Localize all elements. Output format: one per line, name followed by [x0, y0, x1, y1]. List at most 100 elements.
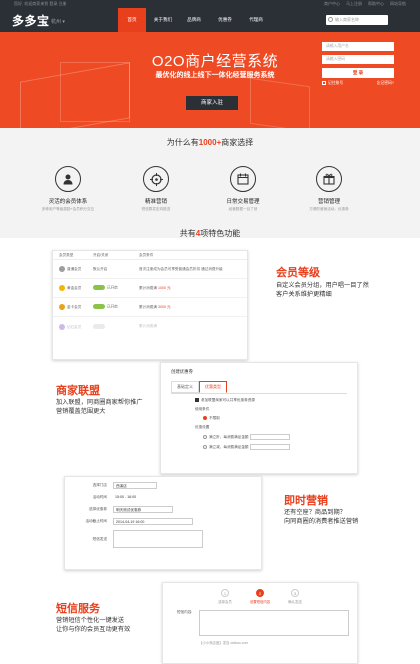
tab-coupon-type[interactable]: 优惠类型: [199, 381, 227, 393]
member-amount: 3000: [157, 304, 166, 309]
deadline-input[interactable]: 2014-04-19 16:00: [113, 518, 193, 525]
member-level-card: 会员类型 开启/关闭 会员条件 普通会员 默认开启 首次注册成为会员可享受普通会…: [52, 250, 248, 360]
feature-title: 精准营销: [144, 199, 167, 205]
feature-precise-marketing: 精准营销 短信群发定向推送: [128, 166, 184, 212]
special-title-pre: 共有: [179, 229, 196, 238]
form-row: 选择优惠券 明天测试优惠券: [65, 506, 261, 513]
top-link-register[interactable]: 马上注册: [346, 0, 362, 8]
member-heading: 会员等级: [276, 267, 320, 279]
nav-brands[interactable]: 品牌商: [180, 8, 208, 32]
city-selector[interactable]: 杭州 ▾: [51, 18, 65, 25]
member-status-label: 已开启: [107, 304, 118, 309]
member-badge-icon: [59, 266, 65, 272]
coupon-card: 创建优惠券 基础定义 优惠类型 参加联盟商家可以共享优惠券资源 使用条件 不限制…: [160, 362, 358, 474]
table-row: 黄金会员 已开启 累计消费满 1000 元: [53, 279, 247, 298]
password-field[interactable]: 请输入密码: [322, 55, 394, 64]
step-dot: 1: [221, 589, 230, 597]
feature-title: 日常交易管理: [226, 199, 260, 205]
forgot-password-link[interactable]: 忘记密码?: [377, 81, 394, 86]
time-range[interactable]: 15:00 - 16:00: [113, 494, 193, 501]
sms-content-box[interactable]: [199, 610, 349, 636]
member-condition: 累计消费满 1000 元: [139, 286, 171, 291]
main-nav: 多多宝 杭州 ▾ 首页 关于我们 品牌商 优惠券 代理商 输入商家名称: [0, 8, 420, 32]
toggle-switch[interactable]: [93, 285, 105, 291]
why-title-number: 1000+: [198, 138, 222, 147]
sms-textarea[interactable]: [113, 530, 203, 548]
alliance-desc-line: 加入联盟，同商圈商家帮你推广: [56, 399, 143, 406]
nav-coupons[interactable]: 优惠券: [211, 8, 239, 32]
feature-daily-trade: 日常交易管理 经营数据一目了然: [215, 166, 271, 212]
member-amount: 1000: [157, 285, 166, 290]
table-row: 金卡会员 已开启 累计消费满 3000 元: [53, 298, 247, 317]
top-link-merchant-center[interactable]: 商户中心: [324, 0, 340, 8]
hero-title: O2O商户经营系统: [151, 53, 279, 70]
feature-title: 营销管理: [317, 199, 340, 205]
top-links: 商户中心 马上注册 帮助中心 网站导航: [324, 0, 406, 8]
coupon-line: 参加联盟商家可以共享优惠券资源: [201, 398, 255, 402]
toggle-switch[interactable]: [93, 304, 105, 310]
radio-icon[interactable]: [203, 416, 207, 421]
instant-marketing-form: 选择门店 西溪店 活动时间 15:00 - 16:00 选择优惠券 明天测试优惠券 活…: [64, 476, 262, 570]
join-button[interactable]: 商家入驻: [186, 96, 238, 110]
instant-desc-line: 向同商圈的消费者推送营销: [284, 518, 359, 525]
username-field[interactable]: 请输入用户名: [322, 42, 394, 51]
feature-desc: 经营数据一目了然: [228, 207, 258, 211]
radio-icon[interactable]: [203, 435, 207, 439]
form-row: 活动截止时间 2014-04-19 16:00: [65, 518, 261, 525]
member-unit: 元: [166, 304, 171, 309]
form-row: 短信发送: [65, 530, 261, 548]
top-link-help[interactable]: 帮助中心: [368, 0, 384, 8]
sms-content-row: 短信内容:: [177, 610, 357, 636]
hero-subtitle: 最优化的线上线下一体化经营服务系统: [155, 72, 275, 79]
member-type-label: 金卡会员: [67, 304, 82, 309]
remember-checkbox[interactable]: 记住账号: [322, 81, 343, 86]
search-input[interactable]: 输入商家名称: [326, 15, 388, 25]
tab-basic[interactable]: 基础定义: [171, 381, 199, 393]
login-button[interactable]: 登 录: [322, 68, 394, 78]
member-type: 普通会员: [59, 266, 93, 272]
target-icon: [143, 166, 169, 192]
member-status: 已开启: [93, 285, 139, 291]
amount-input[interactable]: [249, 444, 290, 450]
radio-icon[interactable]: [203, 445, 207, 449]
amount-input[interactable]: [249, 434, 290, 440]
step-dot: 3: [290, 589, 299, 597]
nav-agents[interactable]: 代理商: [242, 8, 270, 32]
reduce-option: 满立减，每消费满足金额: [203, 444, 357, 450]
step-2: 2 设置短信内容: [250, 589, 270, 604]
hero-banner: O2O商户经营系统 最优化的线上线下一体化经营服务系统 商家入驻 请输入用户名 …: [0, 32, 420, 128]
special-title-post: 项特色功能: [200, 229, 241, 238]
table-header: 会员类型 开启/关闭 会员条件: [53, 251, 247, 260]
nav-home[interactable]: 首页: [118, 8, 146, 32]
coupon-select[interactable]: 明天测试优惠券: [113, 506, 173, 513]
checkbox-icon[interactable]: [195, 398, 199, 403]
welcome-text: 您好, 欢迎商家来到 登录 注册: [14, 1, 67, 6]
sms-footer: 【小小商店度】发自 dotbao.com: [199, 641, 249, 645]
alliance-desc-line: 营销覆盖范围更大: [56, 408, 106, 415]
member-condition-label: 累计消费满: [139, 285, 157, 290]
coupon-tabs: 基础定义 优惠类型: [171, 381, 357, 393]
gift-icon: [316, 166, 342, 192]
nav-about[interactable]: 关于我们: [149, 8, 177, 32]
sms-desc: 营销短信个性化一键发送 让你与你的会员互动更有效: [56, 616, 130, 634]
alliance-option: 参加联盟商家可以共享优惠券资源: [195, 398, 357, 403]
store-select[interactable]: 西溪店: [113, 482, 157, 489]
top-link-sitemap[interactable]: 网站导航: [390, 0, 406, 8]
member-badge-icon: [59, 304, 65, 310]
coupon-line: 满立折，每消费满足金额: [209, 434, 249, 439]
member-badge-icon: [59, 285, 65, 291]
member-status: [93, 324, 139, 329]
logo[interactable]: 多多宝: [12, 12, 50, 29]
search-icon: [328, 17, 333, 22]
calendar-icon: [230, 166, 256, 192]
table-row: 普通会员 默认开启 首次注册成为会员可享受普通会员折扣 通过消费升级: [53, 260, 247, 279]
instant-heading: 即时营销: [284, 495, 328, 507]
coupon-line: 不限制: [209, 416, 220, 420]
form-label: 选择门店: [92, 483, 107, 487]
special-title: 共有4项特色功能: [0, 228, 420, 239]
city-illustration: [250, 77, 310, 128]
member-type: 黄金会员: [59, 285, 93, 291]
step-label: 确认发送: [288, 600, 302, 604]
checkbox-icon: [322, 81, 326, 85]
toggle-switch[interactable]: [93, 324, 105, 329]
